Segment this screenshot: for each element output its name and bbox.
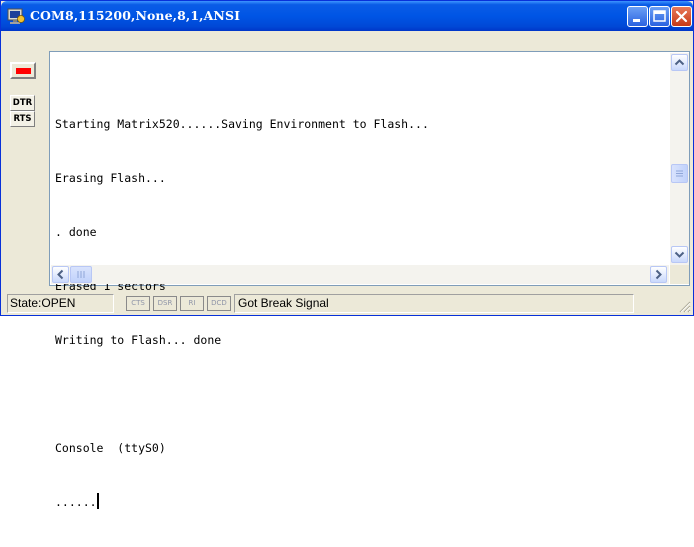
terminal-line: . done: [55, 225, 97, 239]
status-bar: State:OPEN CTS DSR RI DCD Got Break Sign…: [1, 292, 693, 315]
connection-state: State:OPEN: [7, 294, 114, 313]
terminal-line: Erasing Flash...: [55, 171, 166, 185]
dcd-indicator: DCD: [207, 296, 231, 311]
grip-lines-icon: [77, 271, 85, 278]
horizontal-scroll-thumb[interactable]: [70, 266, 92, 283]
resize-grip-icon[interactable]: [677, 299, 691, 313]
dtr-toggle-button[interactable]: DTR: [10, 95, 35, 111]
rts-toggle-button[interactable]: RTS: [10, 111, 35, 127]
cts-indicator: CTS: [126, 296, 150, 311]
maximize-icon: [653, 10, 666, 22]
minimize-icon: [633, 19, 640, 22]
scroll-left-button[interactable]: [52, 266, 69, 283]
line-control-panel: DTR RTS: [9, 60, 41, 290]
chevron-left-icon: [57, 269, 64, 280]
close-button[interactable]: [671, 6, 692, 27]
scroll-down-button[interactable]: [671, 246, 688, 263]
maximize-button[interactable]: [649, 6, 670, 27]
terminal-line: Console (ttyS0): [55, 441, 166, 455]
terminal-frame: Starting Matrix520......Saving Environme…: [49, 51, 690, 509]
terminal-output[interactable]: Starting Matrix520......Saving Environme…: [55, 79, 660, 509]
dsr-indicator: DSR: [153, 296, 177, 311]
ri-indicator: RI: [180, 296, 204, 311]
led-light: [16, 68, 31, 74]
vertical-scroll-thumb[interactable]: [671, 164, 688, 183]
terminal-line: Starting Matrix520......Saving Environme…: [55, 117, 429, 131]
terminal-window: COM8,115200,None,8,1,ANSI DTR RTS Starti…: [0, 0, 694, 509]
scrollbar-corner: [670, 265, 689, 284]
status-message: Got Break Signal: [234, 294, 634, 313]
chevron-down-icon: [674, 251, 685, 258]
title-bar[interactable]: COM8,115200,None,8,1,ANSI: [1, 1, 693, 31]
terminal-line: ......: [55, 495, 97, 509]
grip-lines-icon: [676, 170, 683, 177]
vertical-scrollbar[interactable]: [670, 53, 689, 265]
close-icon: [675, 10, 688, 23]
chevron-right-icon: [655, 269, 662, 280]
terminal-line-last: ......: [55, 493, 660, 511]
scroll-right-button[interactable]: [650, 266, 667, 283]
serial-port-app-icon: [7, 8, 25, 24]
connection-led-indicator: [10, 62, 36, 79]
horizontal-scrollbar[interactable]: [51, 265, 669, 284]
chevron-up-icon: [674, 59, 685, 66]
text-cursor: [96, 493, 99, 509]
terminal-line: Writing to Flash... done: [55, 333, 222, 347]
window-title: COM8,115200,None,8,1,ANSI: [30, 8, 241, 23]
scroll-up-button[interactable]: [671, 54, 688, 71]
minimize-button[interactable]: [627, 6, 648, 27]
